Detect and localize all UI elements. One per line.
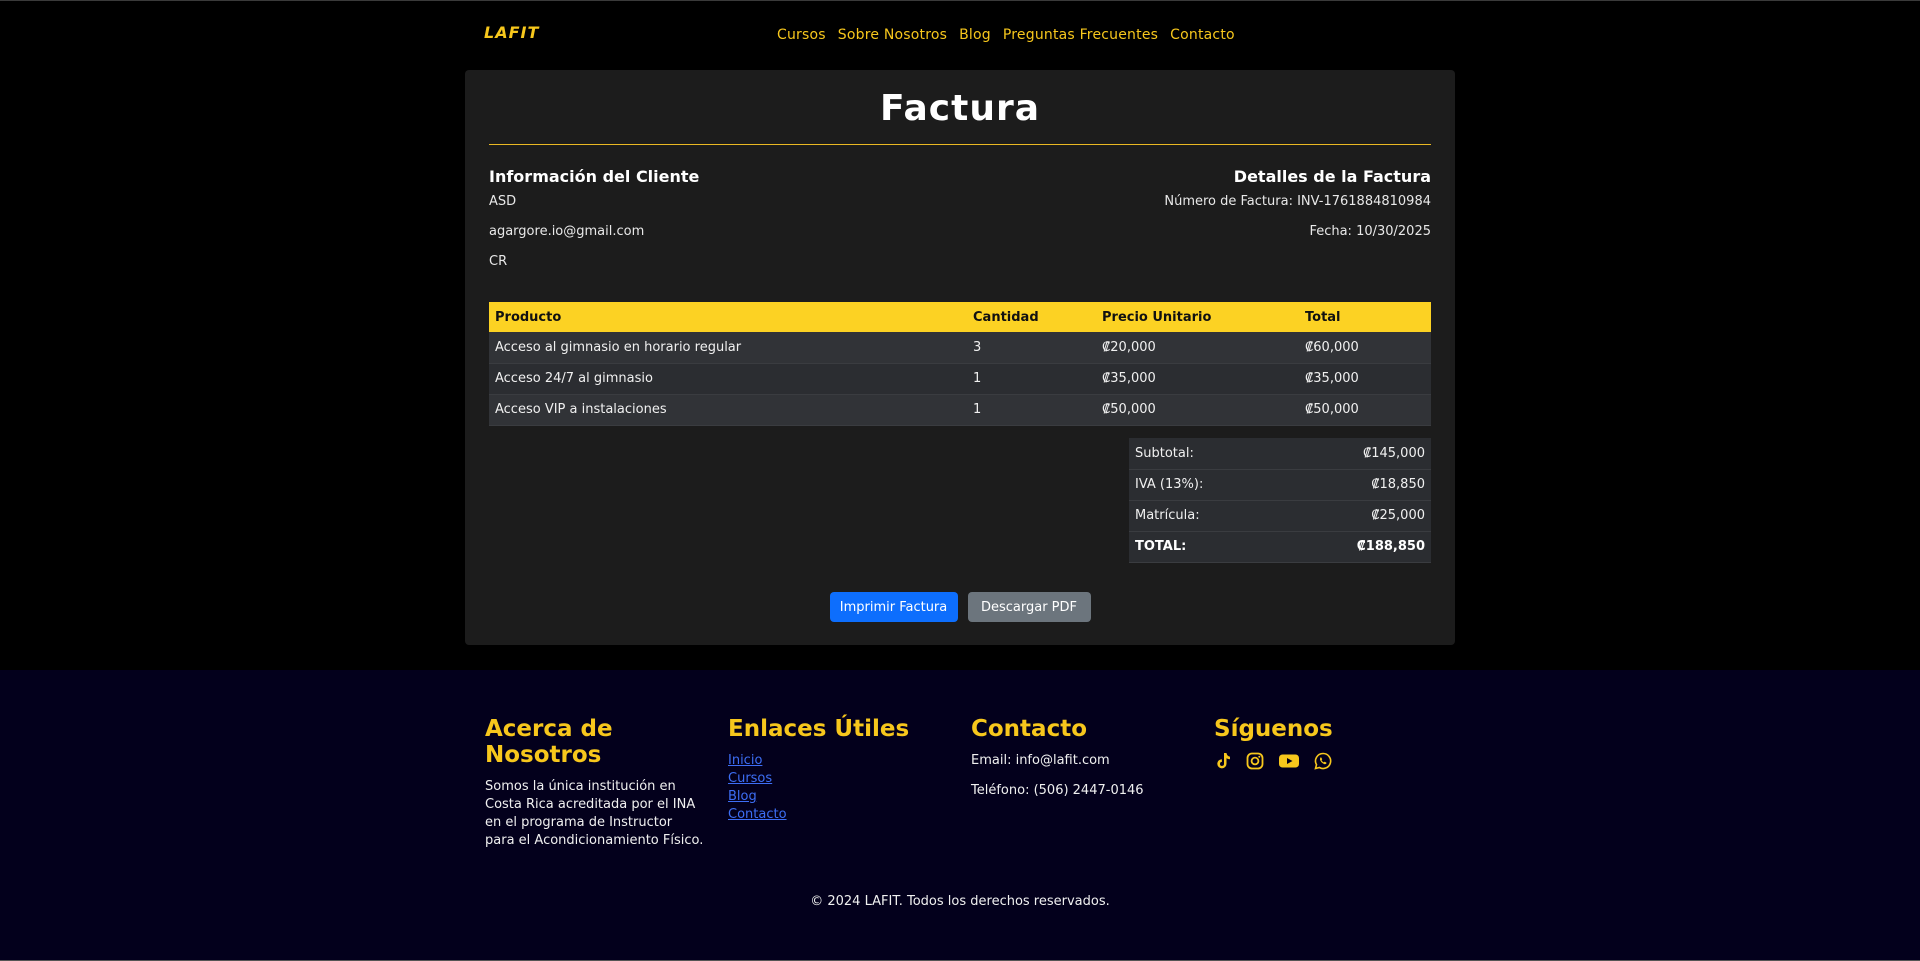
print-invoice-button[interactable]: Imprimir Factura [829,592,958,622]
nav-item-contacto[interactable]: Contacto [1170,27,1235,43]
logo[interactable]: LAFIT [484,23,539,42]
footer-social: Síguenos [1214,716,1444,770]
navbar: LAFIT Cursos Sobre Nosotros Blog Pregunt… [0,1,1920,69]
nav-item-preguntas-frecuentes[interactable]: Preguntas Frecuentes [1003,27,1158,43]
iva-label: IVA (13%): [1129,469,1281,501]
totals-table: Subtotal: ₡145,000 IVA (13%): ₡18,850 Ma… [1129,438,1431,563]
iva-row: IVA (13%): ₡18,850 [1129,469,1431,501]
client-country: CR [489,254,508,269]
invoice-card: Factura Información del Cliente ASD agar… [465,70,1455,645]
subtotal-row: Subtotal: ₡145,000 [1129,438,1431,470]
matricula-label: Matrícula: [1129,500,1281,532]
page-title: Factura [880,88,1040,129]
cell-unit-price: ₡35,000 [1096,363,1299,395]
action-buttons: Imprimir Factura Descargar PDF [465,592,1455,622]
whatsapp-icon[interactable] [1314,752,1332,770]
client-email: agargore.io@gmail.com [489,224,645,239]
footer-link-contacto[interactable]: Contacto [728,806,958,824]
table-row: Acceso al gimnasio en horario regular 3 … [489,332,1431,364]
footer: Acerca de Nosotros Somos la única instit… [0,670,1920,960]
title-divider [489,144,1431,145]
client-info: Información del Cliente ASD agargore.io@… [489,167,889,284]
cell-qty: 1 [967,394,1096,426]
items-table: Producto Cantidad Precio Unitario Total … [489,302,1431,426]
social-icons [1214,752,1444,770]
cell-unit-price: ₡50,000 [1096,394,1299,426]
footer-links: Enlaces Útiles Inicio Cursos Blog Contac… [728,716,958,824]
nav-item-cursos[interactable]: Cursos [777,27,826,43]
youtube-icon[interactable] [1278,752,1300,770]
invoice-number: Número de Factura: INV-1761884810984 [1164,194,1431,209]
invoice-date: Fecha: 10/30/2025 [1309,224,1431,239]
cell-total: ₡50,000 [1299,394,1431,426]
cell-unit-price: ₡20,000 [1096,332,1299,364]
footer-link-inicio[interactable]: Inicio [728,752,958,770]
copyright: © 2024 LAFIT. Todos los derechos reserva… [810,894,1110,909]
tiktok-icon[interactable] [1214,752,1232,770]
matricula-value: ₡25,000 [1280,500,1431,532]
cell-qty: 3 [967,332,1096,364]
cell-product: Acceso VIP a instalaciones [489,394,967,426]
footer-link-blog[interactable]: Blog [728,788,958,806]
instagram-icon[interactable] [1246,752,1264,770]
subtotal-value: ₡145,000 [1280,438,1431,470]
footer-contact-phone: Teléfono: (506) 2447-0146 [971,783,1144,798]
footer-about: Acerca de Nosotros Somos la única instit… [485,716,705,850]
cell-total: ₡60,000 [1299,332,1431,364]
footer-about-text: Somos la única institución en Costa Rica… [485,779,704,848]
client-name: ASD [489,194,517,209]
footer-link-cursos[interactable]: Cursos [728,770,958,788]
client-info-heading: Información del Cliente [489,167,700,186]
table-row: Acceso 24/7 al gimnasio 1 ₡35,000 ₡35,00… [489,363,1431,395]
header-cantidad: Cantidad [967,302,1096,332]
grand-total-value: ₡188,850 [1280,531,1431,563]
footer-about-heading: Acerca de Nosotros [485,716,613,768]
cell-qty: 1 [967,363,1096,395]
invoice-details-heading: Detalles de la Factura [1233,167,1431,186]
header-producto: Producto [489,302,967,332]
nav-links: Cursos Sobre Nosotros Blog Preguntas Fre… [777,27,1235,43]
subtotal-label: Subtotal: [1129,438,1281,470]
matricula-row: Matrícula: ₡25,000 [1129,500,1431,532]
header-precio-unitario: Precio Unitario [1096,302,1299,332]
grand-total-row: TOTAL: ₡188,850 [1129,531,1431,563]
header-total: Total [1299,302,1431,332]
footer-social-heading: Síguenos [1214,716,1333,742]
table-header-row: Producto Cantidad Precio Unitario Total [489,302,1431,332]
iva-value: ₡18,850 [1280,469,1431,501]
download-pdf-button[interactable]: Descargar PDF [967,592,1091,622]
table-row: Acceso VIP a instalaciones 1 ₡50,000 ₡50… [489,394,1431,426]
footer-contact-heading: Contacto [971,716,1087,742]
nav-item-blog[interactable]: Blog [959,27,991,43]
cell-product: Acceso 24/7 al gimnasio [489,363,967,395]
cell-product: Acceso al gimnasio en horario regular [489,332,967,364]
footer-links-heading: Enlaces Útiles [728,716,910,742]
invoice-details: Detalles de la Factura Número de Factura… [1031,167,1431,254]
nav-item-sobre-nosotros[interactable]: Sobre Nosotros [838,27,947,43]
footer-contact-email: Email: info@lafit.com [971,753,1110,768]
grand-total-label: TOTAL: [1129,531,1281,563]
cell-total: ₡35,000 [1299,363,1431,395]
footer-contact: Contacto Email: info@lafit.com Teléfono:… [971,716,1201,812]
